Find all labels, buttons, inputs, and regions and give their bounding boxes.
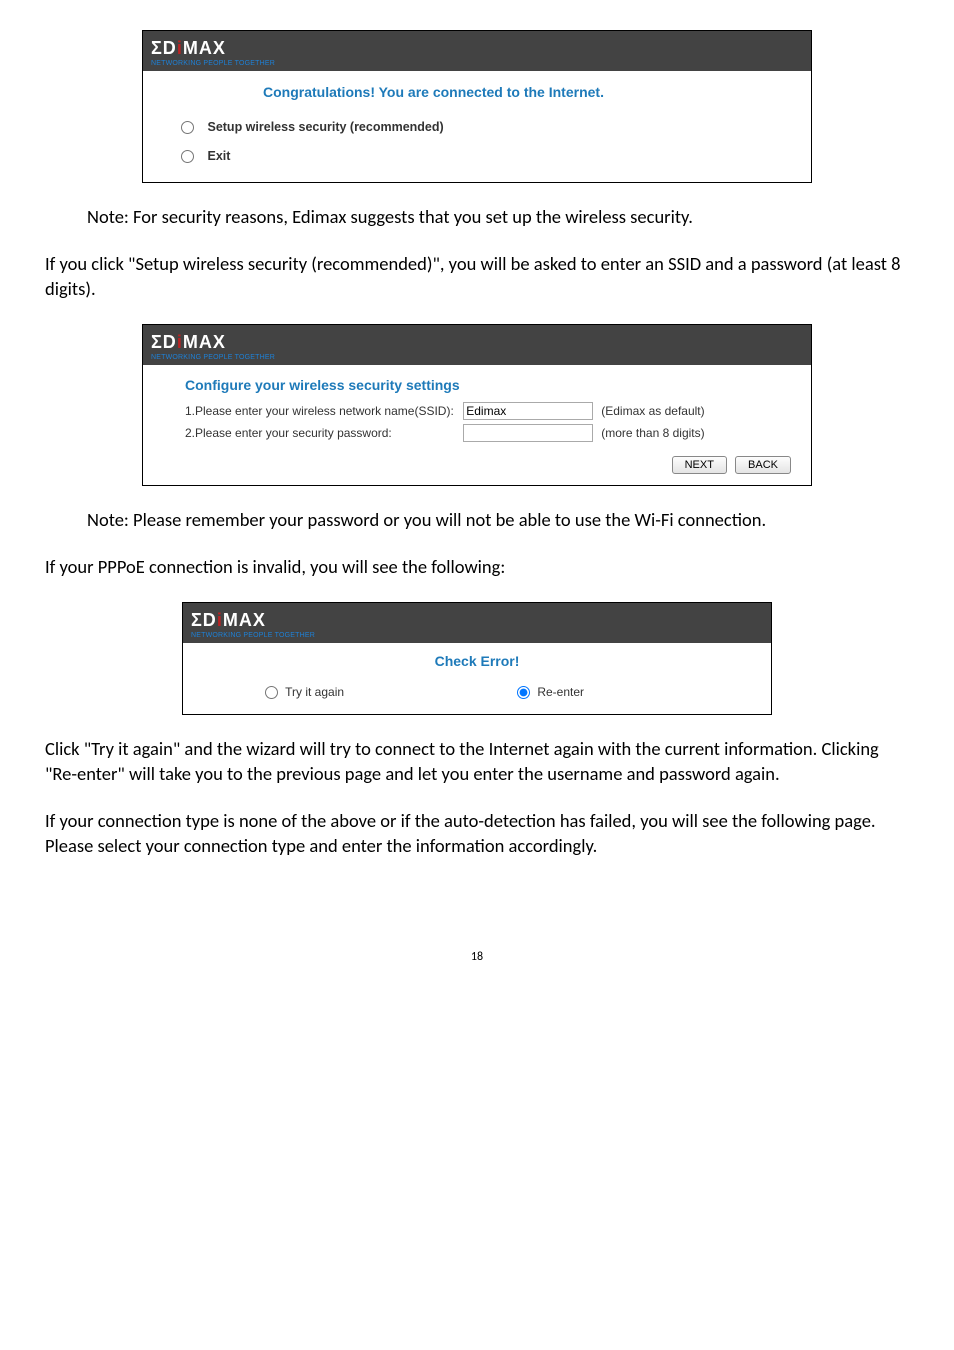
- logo-prefix: ΣD: [151, 38, 177, 58]
- check-error-panel: ΣDiMAX NETWORKING PEOPLE TOGETHER Check …: [182, 602, 772, 714]
- next-button[interactable]: NEXT: [672, 456, 727, 474]
- try-again-option[interactable]: Try it again: [185, 682, 475, 703]
- para-connection-type: If your connection type is none of the a…: [45, 809, 909, 859]
- ssid-note: (Edimax as default): [597, 400, 801, 422]
- para-pppoe-invalid: If your PPPoE connection is invalid, you…: [45, 555, 909, 580]
- reenter-label: Re-enter: [537, 685, 584, 699]
- panel-body: Configure your wireless security setting…: [143, 365, 811, 486]
- password-note: (more than 8 digits): [597, 422, 801, 444]
- brand-logo: ΣDiMAX: [151, 330, 226, 355]
- table-row: 2.Please enter your security password: (…: [153, 422, 801, 444]
- brand-tagline: NETWORKING PEOPLE TOGETHER: [151, 353, 803, 363]
- brand-bar: ΣDiMAX NETWORKING PEOPLE TOGETHER: [143, 31, 811, 71]
- note-security: Note: For security reasons, Edimax sugge…: [45, 205, 909, 230]
- para-try-again: Click "Try it again" and the wizard will…: [45, 737, 909, 787]
- error-options: Try it again Re-enter: [183, 678, 771, 711]
- setup-security-label: Setup wireless security (recommended): [207, 120, 443, 134]
- ssid-label: 1.Please enter your wireless network nam…: [153, 400, 459, 422]
- try-again-label: Try it again: [285, 685, 344, 699]
- brand-bar: ΣDiMAX NETWORKING PEOPLE TOGETHER: [183, 603, 771, 643]
- exit-label: Exit: [207, 149, 230, 163]
- panel-body: Check Error! Try it again Re-enter: [183, 643, 771, 713]
- settings-table: 1.Please enter your wireless network nam…: [153, 400, 801, 444]
- try-again-radio[interactable]: [265, 686, 278, 699]
- panel-body: Congratulations! You are connected to th…: [143, 71, 811, 182]
- configure-heading: Configure your wireless security setting…: [153, 373, 801, 399]
- brand-tagline: NETWORKING PEOPLE TOGETHER: [151, 59, 803, 69]
- brand-logo: ΣDiMAX: [191, 608, 266, 633]
- logo-prefix: ΣD: [151, 332, 177, 352]
- exit-option[interactable]: Exit: [153, 142, 801, 172]
- setup-security-option[interactable]: Setup wireless security (recommended): [153, 113, 801, 143]
- button-row: NEXT BACK: [153, 444, 801, 481]
- para-setup-ssid: If you click "Setup wireless security (r…: [45, 252, 909, 302]
- reenter-option[interactable]: Re-enter: [477, 682, 769, 703]
- congrats-panel: ΣDiMAX NETWORKING PEOPLE TOGETHER Congra…: [142, 30, 812, 183]
- check-error-heading: Check Error!: [183, 646, 771, 678]
- setup-security-radio[interactable]: [181, 121, 194, 134]
- reenter-radio[interactable]: [517, 686, 530, 699]
- password-label: 2.Please enter your security password:: [153, 422, 459, 444]
- table-row: 1.Please enter your wireless network nam…: [153, 400, 801, 422]
- ssid-input[interactable]: [463, 402, 593, 420]
- brand-bar: ΣDiMAX NETWORKING PEOPLE TOGETHER: [143, 325, 811, 365]
- page-number: 18: [45, 949, 909, 966]
- brand-tagline: NETWORKING PEOPLE TOGETHER: [191, 631, 763, 641]
- logo-prefix: ΣD: [191, 610, 217, 630]
- logo-suffix: MAX: [183, 332, 226, 352]
- congrats-heading: Congratulations! You are connected to th…: [153, 79, 801, 113]
- exit-radio[interactable]: [181, 150, 194, 163]
- logo-suffix: MAX: [223, 610, 266, 630]
- logo-suffix: MAX: [183, 38, 226, 58]
- note-remember-password: Note: Please remember your password or y…: [45, 508, 909, 533]
- password-input[interactable]: [463, 424, 593, 442]
- brand-logo: ΣDiMAX: [151, 36, 226, 61]
- wireless-settings-panel: ΣDiMAX NETWORKING PEOPLE TOGETHER Config…: [142, 324, 812, 487]
- back-button[interactable]: BACK: [735, 456, 791, 474]
